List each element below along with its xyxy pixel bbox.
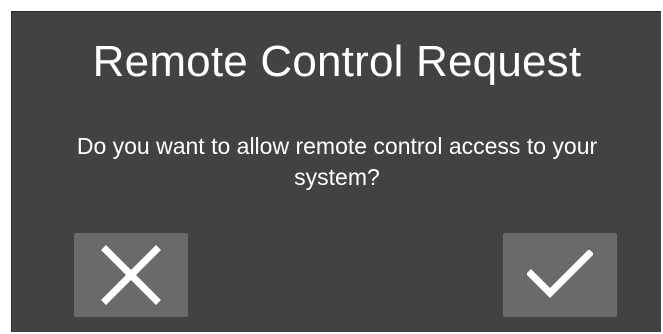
allow-button[interactable] — [503, 233, 617, 317]
checkmark-icon — [527, 250, 593, 300]
close-icon — [101, 245, 161, 305]
dialog-title: Remote Control Request — [92, 37, 582, 86]
dialog-message: Do you want to allow remote control acce… — [76, 133, 598, 190]
deny-button[interactable] — [74, 233, 188, 317]
remote-control-dialog: Remote Control Request Do you want to al… — [11, 11, 661, 332]
